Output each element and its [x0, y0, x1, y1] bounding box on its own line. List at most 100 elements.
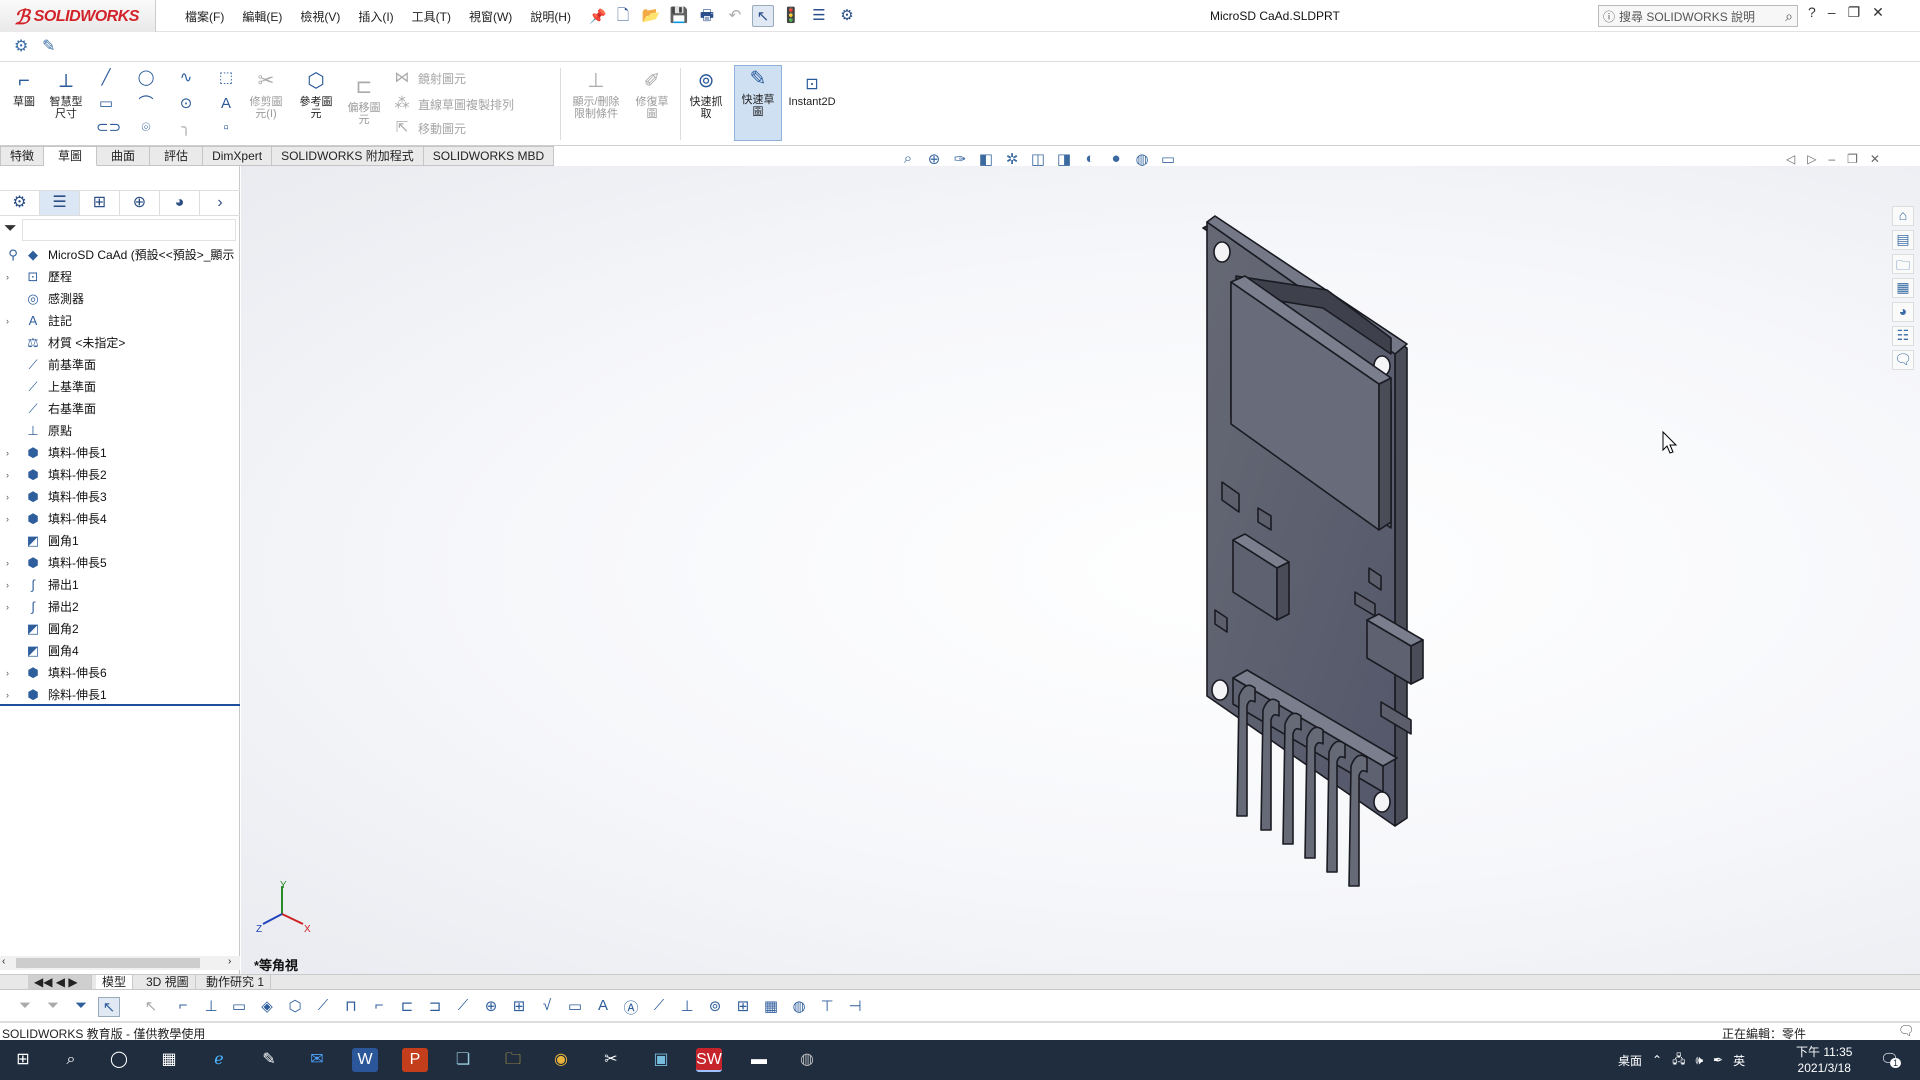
help-question-icon[interactable]: ? — [1808, 4, 1816, 21]
graphics-area[interactable] — [241, 166, 1920, 974]
expand-chevron-icon[interactable]: › — [6, 662, 9, 684]
trim-entities-button[interactable]: ✂ 修剪圖 元(I) — [244, 68, 288, 120]
scroll-left-icon[interactable]: ‹ — [2, 956, 5, 967]
solidworks-logo[interactable]: ℬ SOLIDWORKS — [14, 5, 139, 29]
file-explorer-icon[interactable]: 🗀 — [1892, 254, 1914, 274]
mail-icon[interactable]: ✉ — [304, 1048, 330, 1072]
filter-faces-icon[interactable]: ▭ — [228, 997, 250, 1017]
convert-entities-button[interactable]: ⬡ 參考圖 元 — [294, 68, 338, 120]
tree-item[interactable]: ◩ 圓角1 — [0, 530, 240, 552]
tree-item[interactable]: ⟋ 前基準面 — [0, 354, 240, 376]
filter-sketch-points-icon[interactable]: ⌐ — [368, 997, 390, 1017]
chrome-icon[interactable]: ◉ — [548, 1048, 574, 1072]
filter-mid-points-icon[interactable]: ⊣ — [844, 997, 866, 1017]
text-icon[interactable]: A — [216, 94, 236, 114]
options-gear-icon[interactable]: ⚙ — [836, 5, 858, 27]
tree-horizontal-scrollbar[interactable]: ‹ › — [0, 956, 240, 970]
expand-chevron-icon[interactable]: › — [6, 464, 9, 486]
quick-snaps-button[interactable]: ⊚ 快速抓 取 — [684, 68, 728, 120]
tree-item[interactable]: › A 註記 — [0, 310, 240, 332]
clear-filters-icon[interactable]: ⏷ — [42, 997, 64, 1017]
tab-evaluate[interactable]: 評估 — [150, 146, 204, 166]
filter-surface-finish-icon[interactable]: √ — [536, 997, 558, 1017]
expand-chevron-icon[interactable]: › — [6, 486, 9, 508]
tab-3d-views[interactable]: 3D 視圖 — [140, 975, 196, 989]
tab-mbd[interactable]: SOLIDWORKS MBD — [423, 146, 555, 166]
tree-item[interactable]: › ⬢ 填料-伸長2 — [0, 464, 240, 486]
select-pointer-icon[interactable]: ↖ — [98, 997, 120, 1017]
fillet-icon[interactable]: ╮ — [176, 118, 196, 138]
tree-item[interactable]: › ∫ 掃出1 — [0, 574, 240, 596]
view-palette-icon[interactable]: ▦ — [1892, 278, 1914, 298]
tab-navigation-arrows[interactable]: ◀◀ ◀ ▶ ▶▶ — [28, 975, 92, 1003]
repair-sketch-button[interactable]: ✐ 修復草 圖 — [630, 68, 674, 120]
property-manager-tab-icon[interactable]: ☰ — [40, 191, 80, 215]
screen-sketch-icon[interactable]: ✎ — [256, 1048, 282, 1072]
expand-chevron-icon[interactable]: › — [6, 442, 9, 464]
close-icon[interactable]: ✕ — [1872, 4, 1884, 21]
network-icon[interactable]: 🖧 — [1672, 1050, 1685, 1071]
tree-item[interactable]: › ⊡ 歷程 — [0, 266, 240, 288]
task-view-icon[interactable]: ◯ — [106, 1048, 132, 1072]
menu-help[interactable]: 說明(H) — [521, 8, 580, 25]
polygon-icon[interactable]: ⊙ — [176, 94, 196, 114]
expand-chevron-icon[interactable]: › — [6, 596, 9, 618]
tree-item[interactable]: ⟋ 右基準面 — [0, 398, 240, 420]
small-point-icon[interactable]: ▫ — [216, 118, 236, 138]
filter-edges-icon[interactable]: ⊥ — [200, 997, 222, 1017]
tree-item[interactable]: ◩ 圓角4 — [0, 640, 240, 662]
filter-dimensions-icon[interactable]: ⊞ — [508, 997, 530, 1017]
terminal-icon[interactable]: ▬ — [746, 1048, 772, 1072]
taskbar-clock[interactable]: 下午 11:35 2021/3/18 — [1796, 1044, 1852, 1076]
menu-file[interactable]: 檔案(F) — [176, 8, 233, 25]
rebuild-icon[interactable]: 🚦 — [780, 5, 802, 27]
tree-item[interactable]: ◩ 圓角2 — [0, 618, 240, 640]
move-entities-label[interactable]: 移動圖元 — [418, 120, 466, 137]
edge-browser-icon[interactable]: ℯ — [206, 1048, 232, 1072]
search-icon[interactable]: ⌕ — [1785, 8, 1793, 25]
feature-tree-tab-icon[interactable]: ⚙ — [0, 191, 40, 215]
filter-axes-icon[interactable]: ⟋ — [312, 997, 334, 1017]
filter-sketch-segments-icon[interactable]: ⊏ — [396, 997, 418, 1017]
expand-chevron-icon[interactable]: › — [6, 508, 9, 530]
mirror-icon[interactable]: ⋈ — [392, 68, 412, 88]
filter-cosmetic-threads-icon[interactable]: ⊚ — [704, 997, 726, 1017]
expand-chevron-icon[interactable]: › — [6, 574, 9, 596]
tab-model[interactable]: 模型 — [96, 975, 134, 989]
file-properties-icon[interactable]: ☰ — [808, 5, 830, 27]
viewport-next-icon[interactable]: ▷ — [1807, 152, 1816, 166]
calculator-icon[interactable]: ▦ — [156, 1048, 182, 1072]
tree-item[interactable]: › ∫ 掃出2 — [0, 596, 240, 618]
instant2d-button[interactable]: ⊡ Instant2D — [784, 76, 840, 108]
desktop-toolbar-label[interactable]: 桌面 — [1618, 1052, 1642, 1069]
tab-motion-study[interactable]: 動作研究 1 — [200, 975, 272, 989]
invert-selection-icon[interactable]: ↖ — [140, 997, 162, 1017]
globe-app-icon[interactable]: ◍ — [794, 1048, 820, 1072]
filter-surfaces-icon[interactable]: ◈ — [256, 997, 278, 1017]
file-explorer-taskbar-icon[interactable]: 🗀 — [500, 1048, 526, 1072]
minimize-icon[interactable]: – — [1828, 4, 1836, 21]
line-icon[interactable]: ╱ — [96, 68, 116, 88]
viewport-prev-icon[interactable]: ◁ — [1786, 152, 1795, 166]
menu-insert[interactable]: 插入(I) — [349, 8, 402, 25]
rollback-bar[interactable] — [0, 704, 240, 706]
taskbar-search-icon[interactable]: ⌕ — [58, 1048, 84, 1072]
solidworks-taskbar-icon[interactable]: SW — [696, 1048, 722, 1072]
filter-datum-targets-icon[interactable]: ⊥ — [676, 997, 698, 1017]
point-icon[interactable]: ⌾ — [136, 118, 156, 138]
snipping-tool-icon[interactable]: ✂ — [598, 1048, 624, 1072]
ime-indicator[interactable]: 英 — [1733, 1052, 1745, 1069]
tree-item[interactable]: ⊥ 原點 — [0, 420, 240, 442]
menu-window[interactable]: 視窗(W) — [460, 8, 521, 25]
filter-midpoints-icon[interactable]: ⊐ — [424, 997, 446, 1017]
pin-icon[interactable]: 📌 — [580, 8, 615, 25]
menu-tools[interactable]: 工具(T) — [403, 8, 460, 25]
command-manager-icon[interactable]: ⚙ — [14, 36, 38, 58]
open-folder-icon[interactable]: 📂 — [640, 5, 662, 27]
move-entities-icon[interactable]: ⇱ — [392, 118, 412, 138]
filter-solids-icon[interactable]: ⬡ — [284, 997, 306, 1017]
filter-center-marks-icon[interactable]: ⟋ — [452, 997, 474, 1017]
select-arrow-icon[interactable]: ↖ — [752, 5, 774, 27]
expand-chevron-icon[interactable]: › — [6, 266, 9, 288]
tree-item[interactable]: ◎ 感測器 — [0, 288, 240, 310]
